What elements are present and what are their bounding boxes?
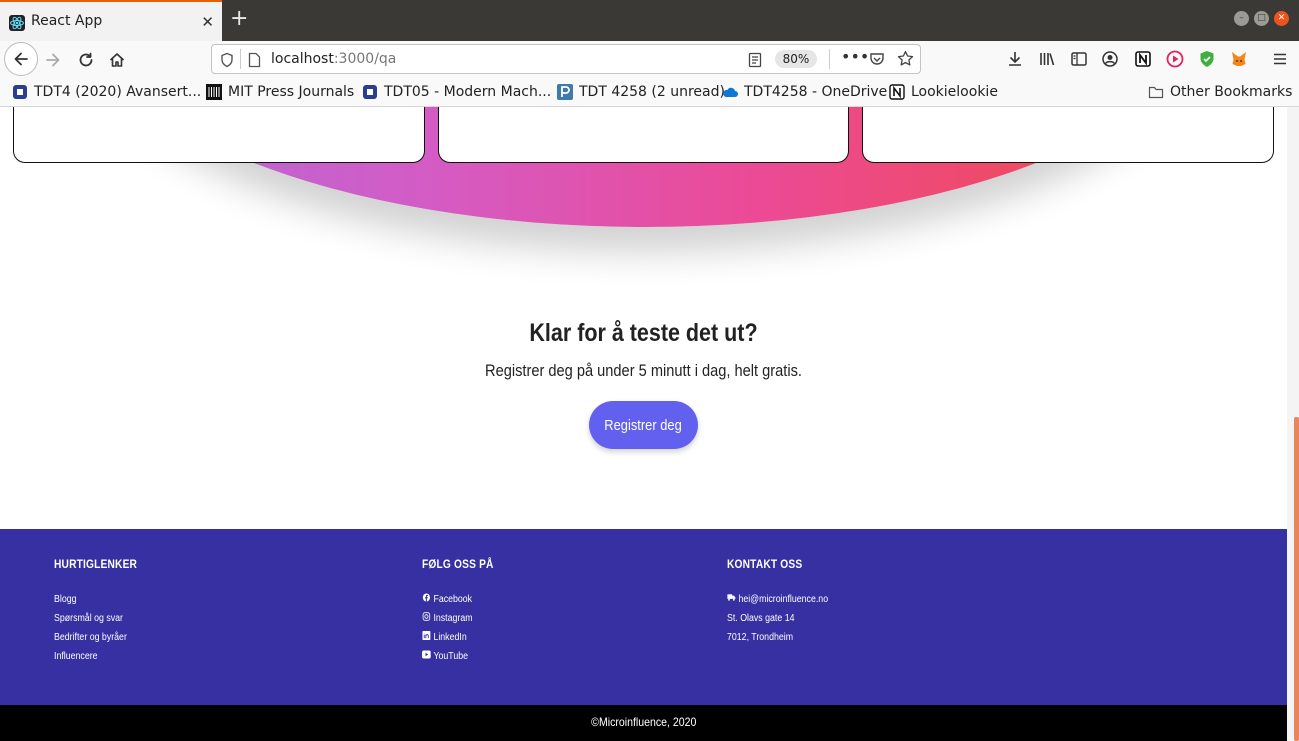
instagram-icon bbox=[422, 612, 431, 621]
minimize-window-button[interactable]: – bbox=[1234, 11, 1249, 26]
feature-card bbox=[862, 107, 1274, 163]
footer-contact-street: St. Olavs gate 14 bbox=[727, 613, 795, 624]
bookmark-tdt05[interactable]: TDT05 - Modern Mach... bbox=[362, 84, 551, 100]
page-scrollbar[interactable] bbox=[1287, 107, 1299, 741]
metamask-fox-icon[interactable] bbox=[1229, 49, 1249, 69]
footer-link-blogg[interactable]: Blogg bbox=[54, 593, 140, 612]
footer-heading: FØLG OSS PÅ bbox=[422, 557, 494, 571]
zoom-level-badge[interactable]: 80% bbox=[775, 50, 817, 68]
navigation-toolbar: localhost:3000/qa 80% ••• bbox=[0, 41, 1299, 77]
blackboard-icon bbox=[363, 85, 377, 99]
footer-quicklinks: HURTIGLENKER Blogg Spørsmål og svar Bedr… bbox=[54, 557, 152, 669]
bookmarks-toolbar: TDT4 (2020) Avansert... MIT Press Journa… bbox=[0, 77, 1299, 107]
bookmark-lookielookie[interactable]: Lookielookie bbox=[889, 84, 998, 100]
footer-contact: KONTAKT OSS hei@microinfluence.no St. Ol… bbox=[727, 557, 842, 650]
other-bookmarks[interactable]: Other Bookmarks bbox=[1148, 84, 1292, 100]
tab-strip: React App ✕ + – □ ✕ bbox=[0, 0, 1299, 41]
page-actions-icon[interactable]: ••• bbox=[841, 47, 869, 66]
pocket-icon[interactable] bbox=[869, 51, 885, 67]
home-button[interactable] bbox=[102, 45, 132, 75]
sidebar-icon[interactable] bbox=[1069, 49, 1089, 69]
register-button[interactable]: Registrer deg bbox=[589, 401, 698, 449]
bookmark-onedrive[interactable]: TDT4258 - OneDrive bbox=[722, 84, 887, 100]
footer-contact-email[interactable]: hei@microinfluence.no bbox=[727, 593, 828, 612]
copyright-text: ©Microinfluence, 2020 bbox=[590, 715, 697, 729]
close-tab-icon[interactable]: ✕ bbox=[201, 13, 214, 31]
footer-link-companies[interactable]: Bedrifter og byråer bbox=[54, 631, 140, 650]
menu-icon[interactable] bbox=[1270, 49, 1290, 69]
footer-heading: HURTIGLENKER bbox=[54, 557, 138, 571]
back-button[interactable] bbox=[4, 42, 38, 76]
url-text[interactable]: localhost:3000/qa bbox=[271, 51, 396, 67]
notion-icon[interactable] bbox=[1133, 49, 1153, 69]
shield-icon[interactable] bbox=[220, 52, 234, 68]
new-tab-button[interactable]: + bbox=[230, 8, 248, 30]
forward-button[interactable] bbox=[38, 45, 68, 75]
arrow-right-icon bbox=[46, 53, 60, 67]
register-button-label: Registrer deg bbox=[604, 416, 683, 434]
linkedin-icon bbox=[422, 631, 431, 640]
home-icon bbox=[109, 53, 125, 67]
page-viewport: Klar for å teste det ut? Registrer deg p… bbox=[0, 107, 1287, 741]
close-window-button[interactable]: ✕ bbox=[1274, 11, 1289, 26]
library-icon[interactable] bbox=[1037, 49, 1057, 69]
download-icon[interactable] bbox=[1005, 49, 1025, 69]
footer-contact-city: 7012, Trondheim bbox=[727, 632, 794, 643]
reader-view-icon[interactable] bbox=[748, 52, 762, 68]
footer-link-instagram[interactable]: Instagram bbox=[422, 612, 496, 631]
footer: HURTIGLENKER Blogg Spørsmål og svar Bedr… bbox=[0, 529, 1287, 705]
onedrive-cloud-icon bbox=[723, 87, 738, 97]
copyright-bar: ©Microinfluence, 2020 bbox=[0, 705, 1287, 741]
footer-link-influencers[interactable]: Influencere bbox=[54, 650, 140, 669]
truck-icon bbox=[727, 594, 736, 601]
react-icon bbox=[9, 15, 25, 31]
scrollbar-thumb[interactable] bbox=[1294, 417, 1299, 741]
play-icon[interactable] bbox=[1165, 49, 1185, 69]
privacy-badger-icon[interactable] bbox=[1197, 49, 1217, 69]
cta-subtitle: Registrer deg på under 5 minutt i dag, h… bbox=[485, 361, 802, 380]
blackboard-icon bbox=[13, 85, 27, 99]
piazza-icon bbox=[557, 84, 573, 100]
tab-title: React App bbox=[31, 13, 103, 29]
bookmark-tdt4[interactable]: TDT4 (2020) Avansert... bbox=[12, 84, 201, 100]
page-icon bbox=[248, 52, 261, 68]
cta-heading: Klar for å teste det ut? bbox=[529, 319, 758, 347]
footer-heading: KONTAKT OSS bbox=[727, 557, 803, 571]
footer-link-qa[interactable]: Spørsmål og svar bbox=[54, 612, 140, 631]
arrow-left-icon bbox=[14, 52, 28, 66]
reload-button[interactable] bbox=[71, 45, 101, 75]
footer-link-linkedin[interactable]: LinkedIn bbox=[422, 631, 496, 650]
youtube-icon bbox=[422, 650, 431, 659]
folder-icon bbox=[1148, 86, 1164, 99]
bookmark-tdt4258-piazza[interactable]: TDT 4258 (2 unread) bbox=[557, 84, 725, 100]
mit-press-icon bbox=[206, 84, 222, 100]
star-icon[interactable] bbox=[897, 50, 914, 67]
notion-icon bbox=[889, 84, 905, 100]
footer-link-youtube[interactable]: YouTube bbox=[422, 650, 496, 669]
maximize-window-button[interactable]: □ bbox=[1254, 11, 1269, 26]
address-bar[interactable]: localhost:3000/qa 80% ••• bbox=[211, 44, 921, 74]
bookmark-mit-press[interactable]: MIT Press Journals bbox=[206, 84, 354, 100]
feature-card bbox=[13, 107, 425, 163]
footer-link-facebook[interactable]: Facebook bbox=[422, 593, 496, 612]
reload-icon bbox=[79, 52, 93, 67]
feature-card bbox=[438, 107, 849, 163]
footer-follow: FØLG OSS PÅ Facebook Instagram LinkedIn … bbox=[422, 557, 506, 669]
facebook-icon bbox=[422, 593, 430, 602]
account-icon[interactable] bbox=[1100, 49, 1120, 69]
tab-react-app[interactable]: React App ✕ bbox=[0, 0, 222, 41]
